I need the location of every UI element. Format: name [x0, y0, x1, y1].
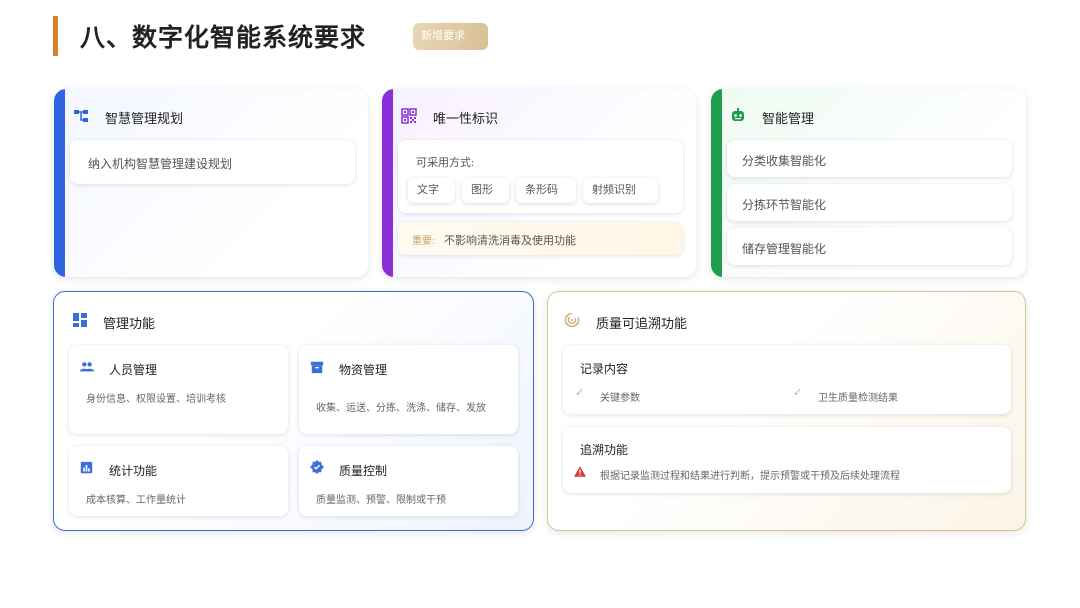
management-card: 管理功能 人员管理 身份信息、权限设置、培训考核 物资管理 收集、运送、分拣、洗… — [53, 291, 534, 531]
chart-icon — [80, 461, 93, 474]
record-box: 记录内容 ✓ 关键参数 ✓ 卫生质量检测结果 — [563, 345, 1011, 414]
smart-accent-bar — [711, 89, 722, 277]
archive-icon — [310, 361, 324, 374]
record-item-2: 卫生质量检测结果 — [818, 393, 898, 404]
materials-desc: 收集、运送、分拣、洗涤、储存、发放 — [316, 403, 486, 414]
identity-card: 唯一性标识 可采用方式: 文字 图形 条形码 射频识别 重要: 不影响清洗消毒及… — [382, 89, 696, 277]
identity-title: 唯一性标识 — [433, 111, 499, 126]
hierarchy-icon — [74, 110, 88, 122]
quality-control-box: 质量控制 质量监测、预警、限制或干预 — [299, 446, 518, 516]
identity-methods-label: 可采用方式: — [416, 157, 475, 169]
method-chip-graphic: 图形 — [462, 178, 509, 203]
qr-code-icon — [401, 108, 417, 124]
method-chip-barcode: 条形码 — [516, 178, 576, 203]
identity-note-prefix: 重要: — [412, 236, 435, 247]
identity-note-box: 重要: 不影响清洗消毒及使用功能 — [398, 222, 683, 255]
page-title: 八、数字化智能系统要求 — [80, 25, 367, 52]
check-icon: ✓ — [793, 387, 803, 399]
planning-accent-bar — [54, 89, 65, 277]
people-icon — [80, 362, 94, 372]
trace-title: 质量可追溯功能 — [596, 316, 688, 331]
smart-item-2: 分拣环节智能化 — [727, 184, 1012, 221]
trace-card: 质量可追溯功能 记录内容 ✓ 关键参数 ✓ 卫生质量检测结果 追溯功能 根据记录… — [547, 291, 1026, 531]
smart-title: 智能管理 — [762, 111, 815, 126]
planning-title: 智慧管理规划 — [105, 111, 184, 126]
materials-title: 物资管理 — [339, 363, 388, 377]
dashboard-icon — [73, 313, 87, 327]
planning-card: 智慧管理规划 纳入机构智慧管理建设规划 — [54, 89, 368, 277]
quality-control-title: 质量控制 — [339, 464, 388, 478]
method-chip-rfid: 射频识别 — [583, 178, 658, 203]
warning-icon — [574, 466, 586, 477]
robot-icon — [732, 108, 744, 121]
title-accent-bar — [53, 16, 58, 56]
management-title: 管理功能 — [103, 316, 156, 331]
tracing-box: 追溯功能 根据记录监测过程和结果进行判断，提示预警或干预及后续处理流程 — [563, 427, 1011, 493]
new-requirement-badge: 新增要求 — [413, 23, 488, 50]
planning-item-text: 纳入机构智慧管理建设规划 — [88, 157, 233, 171]
smart-card: 智能管理 分类收集智能化 分拣环节智能化 储存管理智能化 — [711, 89, 1026, 277]
record-title: 记录内容 — [580, 362, 629, 376]
smart-item-2-text: 分拣环节智能化 — [742, 198, 827, 212]
quality-control-desc: 质量监测、预警、限制或干预 — [316, 495, 446, 506]
smart-item-1-text: 分类收集智能化 — [742, 154, 827, 168]
trace-icon — [564, 312, 580, 328]
statistics-box: 统计功能 成本核算、工作量统计 — [69, 446, 288, 516]
statistics-title: 统计功能 — [109, 464, 158, 478]
identity-accent-bar — [382, 89, 393, 277]
statistics-desc: 成本核算、工作量统计 — [86, 495, 186, 506]
method-chip-text: 文字 — [408, 178, 455, 203]
identity-note-text: 不影响清洗消毒及使用功能 — [444, 235, 576, 247]
tracing-title: 追溯功能 — [580, 443, 629, 457]
identity-methods-box: 可采用方式: 文字 图形 条形码 射频识别 — [398, 140, 683, 213]
smart-item-3: 储存管理智能化 — [727, 228, 1012, 265]
smart-item-3-text: 储存管理智能化 — [742, 242, 827, 256]
smart-item-1: 分类收集智能化 — [727, 140, 1012, 177]
verified-icon — [310, 460, 324, 474]
materials-box: 物资管理 收集、运送、分拣、洗涤、储存、发放 — [299, 345, 518, 434]
personnel-title: 人员管理 — [109, 363, 158, 377]
planning-item: 纳入机构智慧管理建设规划 — [70, 140, 355, 184]
personnel-desc: 身份信息、权限设置、培训考核 — [86, 394, 226, 405]
personnel-box: 人员管理 身份信息、权限设置、培训考核 — [69, 345, 288, 434]
check-icon: ✓ — [575, 387, 585, 399]
record-item-1: 关键参数 — [600, 393, 640, 404]
tracing-desc: 根据记录监测过程和结果进行判断，提示预警或干预及后续处理流程 — [600, 471, 900, 482]
